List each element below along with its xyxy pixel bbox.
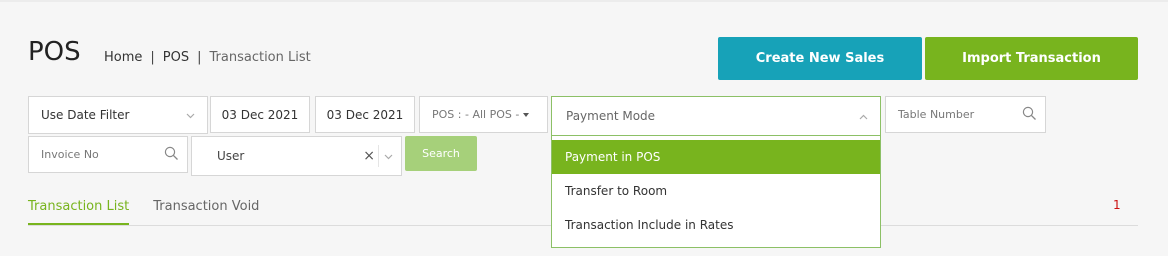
date-to-value: 03 Dec 2021 (326, 107, 404, 122)
breadcrumb-separator: | (197, 50, 202, 65)
pos-select[interactable]: POS : - All POS - (419, 96, 548, 133)
breadcrumb-home[interactable]: Home (104, 50, 142, 65)
breadcrumb-pos[interactable]: POS (163, 50, 189, 65)
table-number-placeholder: Table Number (898, 108, 975, 121)
tab-transaction-list[interactable]: Transaction List (28, 199, 130, 225)
payment-mode-dropdown: Payment in POS Transfer to Room Transact… (551, 136, 881, 248)
select-divider (378, 145, 379, 167)
payment-mode-select[interactable]: Payment Mode (551, 96, 881, 136)
dropdown-option-payment-in-pos[interactable]: Payment in POS (552, 140, 880, 174)
user-select-value: User (217, 149, 245, 163)
dropdown-option-include-in-rates[interactable]: Transaction Include in Rates (552, 208, 880, 242)
create-new-sales-button[interactable]: Create New Sales (718, 37, 922, 80)
payment-mode-value: Payment Mode (566, 109, 656, 123)
user-select[interactable]: User × (191, 136, 402, 176)
chevron-up-icon (859, 109, 868, 123)
tab-transaction-void[interactable]: Transaction Void (153, 199, 259, 225)
record-count: 1 (1113, 198, 1121, 212)
date-from-value: 03 Dec 2021 (221, 107, 299, 122)
table-number-field[interactable]: Table Number (885, 96, 1046, 133)
transaction-tabs: Transaction List Transaction Void (28, 199, 283, 225)
search-icon (164, 146, 179, 164)
import-transaction-button[interactable]: Import Transaction (925, 37, 1138, 80)
date-filter-value: Use Date Filter (41, 108, 130, 122)
top-border (0, 0, 1168, 2)
breadcrumb-current: Transaction List (209, 50, 311, 65)
clear-icon[interactable]: × (363, 148, 375, 164)
caret-down-icon (523, 112, 530, 117)
chevron-down-icon (186, 108, 195, 122)
breadcrumb-separator: | (150, 50, 155, 65)
date-to-input[interactable]: 03 Dec 2021 (315, 96, 415, 133)
pos-select-value: POS : - All POS - (432, 108, 520, 121)
date-filter-select[interactable]: Use Date Filter (28, 96, 208, 134)
page-title: POS (28, 37, 81, 67)
invoice-no-placeholder: Invoice No (41, 148, 99, 161)
chevron-down-icon (384, 149, 393, 163)
breadcrumb: Home | POS | Transaction List (104, 50, 311, 65)
invoice-no-field[interactable]: Invoice No (28, 136, 188, 173)
dropdown-option-transfer-to-room[interactable]: Transfer to Room (552, 174, 880, 208)
date-from-input[interactable]: 03 Dec 2021 (210, 96, 310, 133)
search-icon (1022, 106, 1037, 124)
search-button[interactable]: Search (405, 136, 477, 171)
